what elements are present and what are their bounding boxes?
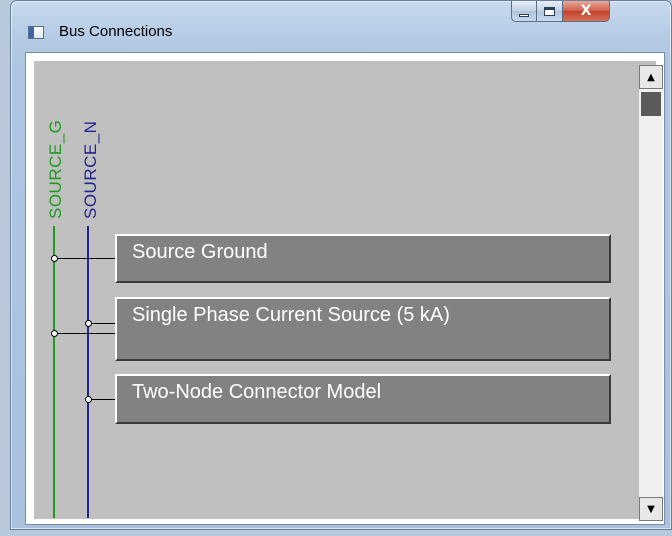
bus-label-source-g[interactable]: SOURCE_G: [46, 67, 65, 219]
scroll-down-button[interactable]: ▼: [639, 497, 663, 521]
arrow-down-icon: ▼: [647, 503, 655, 515]
window-title: Bus Connections: [59, 23, 173, 40]
close-button[interactable]: X: [563, 1, 610, 22]
component-source-ground[interactable]: Source Ground: [115, 234, 611, 283]
bus-line-source-n[interactable]: [87, 226, 89, 518]
component-label: Two-Node Connector Model: [132, 381, 382, 403]
component-two-node-connector-model[interactable]: Two-Node Connector Model: [115, 374, 611, 424]
bus-line-source-g[interactable]: [53, 226, 55, 518]
scroll-up-button[interactable]: ▲: [639, 65, 663, 89]
bus-label-source-n[interactable]: SOURCE_N: [81, 67, 100, 219]
connection-node: [85, 396, 92, 403]
caption-buttons: X: [511, 1, 610, 22]
connection-wire: [88, 399, 115, 400]
minimize-icon: [519, 13, 529, 17]
title-bar[interactable]: Bus Connections X: [11, 1, 671, 41]
window-app-icon[interactable]: [28, 26, 44, 39]
close-icon: X: [580, 3, 592, 19]
component-label: Source Ground: [132, 241, 268, 263]
arrow-up-icon: ▲: [647, 71, 655, 83]
minimize-button[interactable]: [511, 1, 537, 22]
connection-node: [85, 320, 92, 327]
bus-connections-window: Bus Connections X SOURCE_G SOURCE_N Sour…: [10, 0, 672, 530]
scroll-thumb[interactable]: [641, 92, 661, 116]
maximize-button[interactable]: [537, 1, 563, 22]
connection-node: [51, 255, 58, 262]
component-single-phase-current-source[interactable]: Single Phase Current Source (5 kA): [115, 297, 611, 361]
bus-diagram-canvas[interactable]: SOURCE_G SOURCE_N Source Ground Single P…: [34, 61, 656, 519]
client-area: SOURCE_G SOURCE_N Source Ground Single P…: [25, 52, 665, 525]
connection-node: [51, 330, 58, 337]
connection-wire: [54, 333, 115, 334]
component-label: Single Phase Current Source (5 kA): [132, 304, 450, 326]
maximize-icon: [544, 6, 555, 16]
connection-wire: [54, 258, 115, 259]
vertical-scrollbar[interactable]: ▲ ▼: [639, 65, 663, 521]
connection-wire: [88, 323, 115, 324]
